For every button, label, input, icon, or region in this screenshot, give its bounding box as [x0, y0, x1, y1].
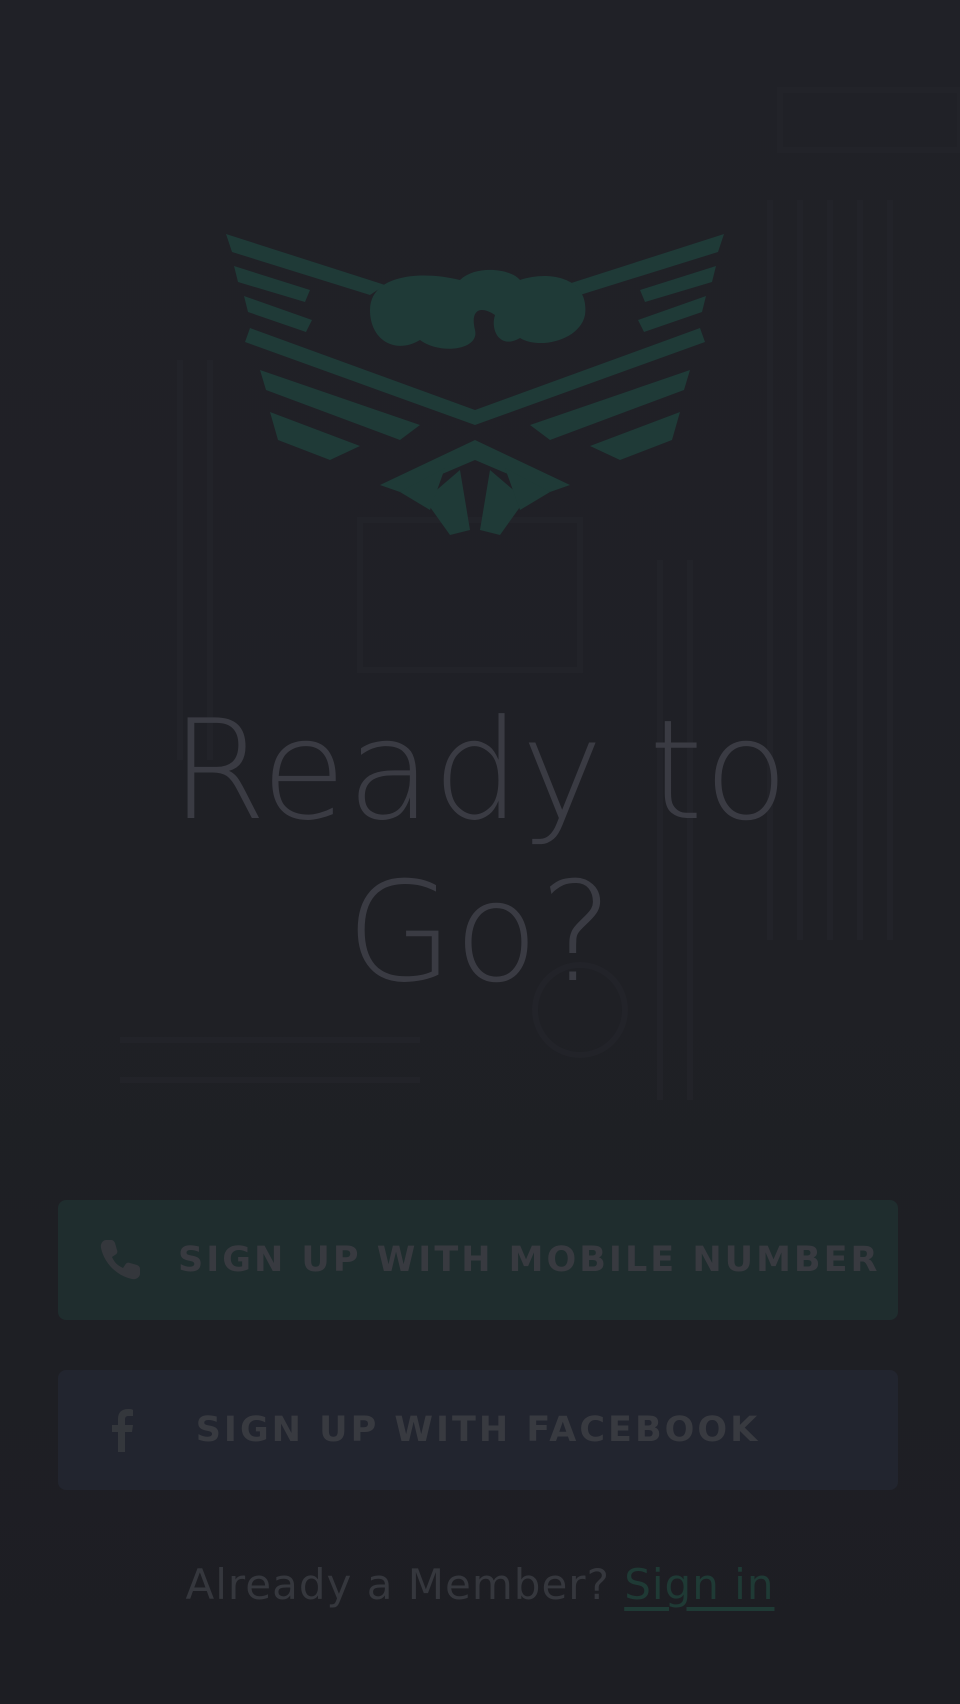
- signin-prompt: Already a Member?: [185, 1560, 610, 1609]
- headline: Ready to Go?: [0, 690, 960, 1014]
- sign-up-facebook-label: SIGN UP WITH FACEBOOK: [195, 1410, 761, 1450]
- signin-row: Already a Member? Sign in: [0, 1560, 960, 1609]
- headline-line-1: Ready to: [170, 690, 790, 851]
- sign-up-mobile-label: SIGN UP WITH MOBILE NUMBER: [178, 1240, 881, 1280]
- headline-line-2: Go?: [346, 852, 614, 1013]
- signin-link[interactable]: Sign in: [624, 1560, 774, 1609]
- sign-up-mobile-button[interactable]: SIGN UP WITH MOBILE NUMBER: [58, 1200, 898, 1320]
- phone-icon: [100, 1240, 140, 1280]
- sign-up-facebook-button[interactable]: SIGN UP WITH FACEBOOK: [58, 1370, 898, 1490]
- eagle-emblem-logo: [226, 234, 724, 535]
- welcome-screen: Ready to Go? SIGN UP WITH MOBILE NUMBER …: [0, 0, 960, 1704]
